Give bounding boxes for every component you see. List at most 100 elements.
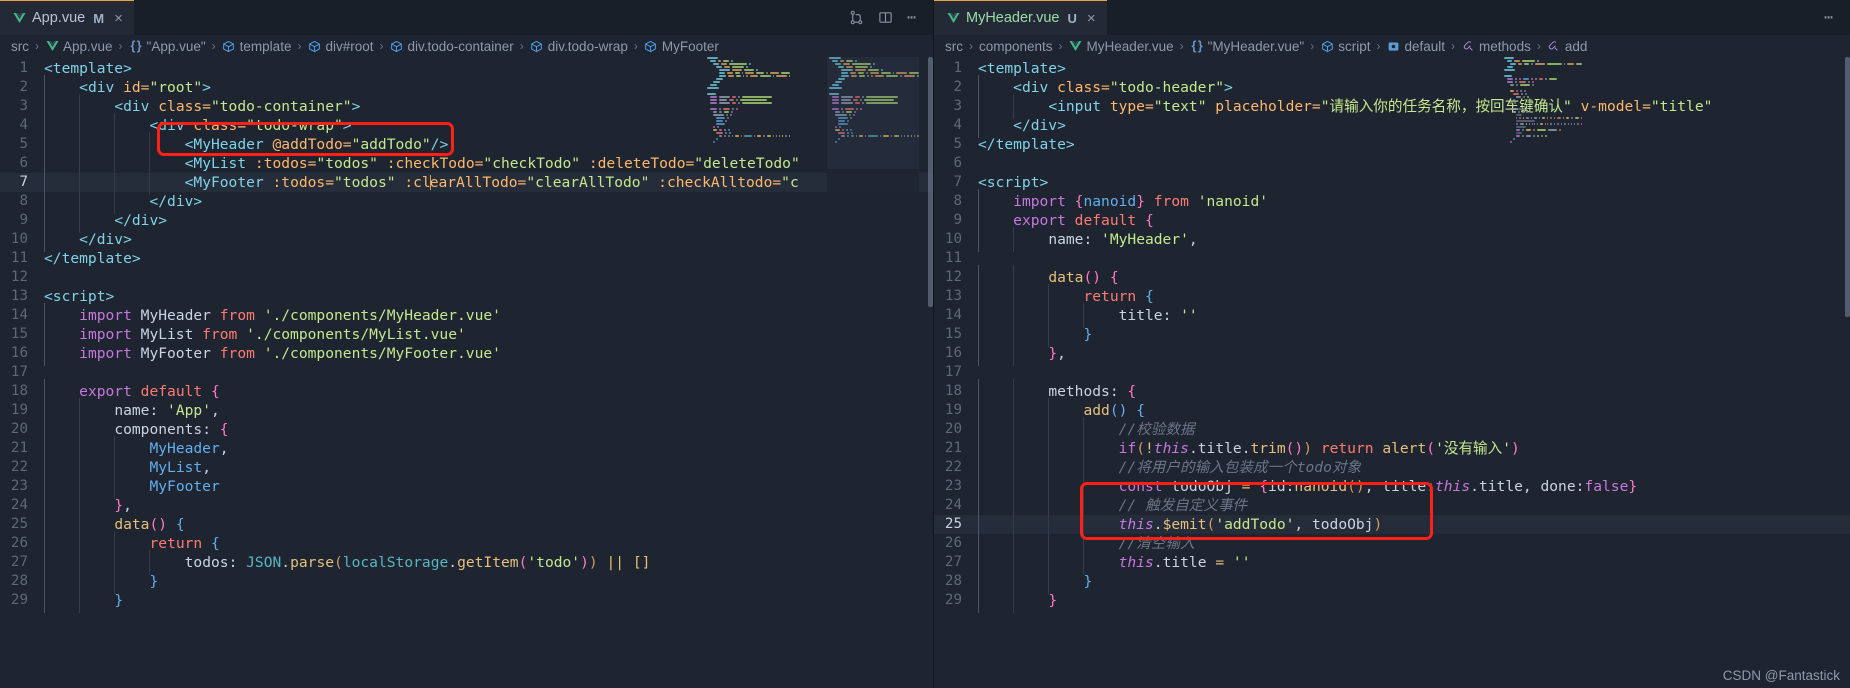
vue-icon [947, 12, 960, 24]
minimap-preview-right[interactable] [1502, 57, 1582, 185]
code-line[interactable]: 1 <template> [0, 59, 933, 78]
breadcrumb-label: MyFooter [661, 38, 719, 54]
code-line[interactable]: 15 import MyList from './components/MyLi… [0, 322, 933, 347]
code-line[interactable]: 21 MyHeader, [0, 436, 933, 461]
code-line[interactable]: 14 title: '' [934, 303, 1850, 328]
code-line[interactable]: 5 </template> [934, 135, 1850, 154]
code-line[interactable]: 18 export default { [0, 379, 933, 404]
code-line[interactable]: 8 import {nanoid} from 'nanoid' [934, 189, 1850, 214]
tab-app-vue[interactable]: App.vue M × [0, 0, 134, 35]
code-line[interactable]: 19 add() { [934, 398, 1850, 423]
code-line[interactable]: 12 data() { [934, 265, 1850, 290]
code-line[interactable]: 6 [934, 154, 1850, 173]
code-line[interactable]: 18 methods: { [934, 379, 1850, 404]
code-line[interactable]: 9 export default { [934, 208, 1850, 233]
code-line[interactable]: 24 }, [0, 493, 933, 518]
close-icon[interactable]: × [110, 11, 123, 26]
code-line[interactable]: 17 [934, 363, 1850, 382]
code-line[interactable]: 13 <script> [0, 287, 933, 306]
breadcrumb-item[interactable]: { } "MyHeader.vue" [1190, 39, 1304, 54]
code-line[interactable]: 28 } [0, 569, 933, 594]
code-line[interactable]: 22 MyList, [0, 455, 933, 480]
code-line[interactable]: 20 components: { [0, 417, 933, 442]
code-line[interactable]: 19 name: 'App', [0, 398, 933, 423]
code-line[interactable]: 15 } [934, 322, 1850, 347]
code-line[interactable]: 5 <MyHeader @addTodo="addTodo"/> [0, 132, 933, 157]
more-actions-icon[interactable]: ⋯ [1824, 10, 1834, 25]
breadcrumb-item[interactable]: add [1547, 39, 1587, 54]
minimap-left[interactable] [827, 57, 919, 688]
code-line[interactable]: 23 const todoObj = {id:nanoid(), title:t… [934, 474, 1850, 499]
minimap-line [705, 75, 790, 77]
code-line[interactable]: 10 name: 'MyHeader', [934, 227, 1850, 252]
breadcrumb-item[interactable]: src [945, 39, 963, 54]
breadcrumb-separator: › [1376, 39, 1381, 53]
code-line[interactable]: 1 <template> [934, 59, 1850, 78]
breadcrumb-item[interactable]: MyHeader.vue [1069, 39, 1174, 54]
code-line[interactable]: 4 <div class="todo-wrap"> [0, 113, 933, 138]
code-line[interactable]: 11 </template> [0, 249, 933, 268]
breadcrumb-item[interactable]: div.todo-wrap [530, 39, 628, 54]
code-line[interactable]: 4 </div> [934, 113, 1850, 138]
code-line[interactable]: 24 // 触发自定义事件 [934, 493, 1850, 518]
breadcrumb-item[interactable]: { } "App.vue" [129, 39, 205, 54]
code-line[interactable]: 23 MyFooter [0, 474, 933, 499]
code-line[interactable]: 10 </div> [0, 227, 933, 252]
code-line[interactable]: 8 </div> [0, 189, 933, 214]
breadcrumb-item[interactable]: src [11, 39, 29, 54]
close-icon[interactable]: × [1083, 11, 1096, 26]
code-line[interactable]: 27 todos: JSON.parse(localStorage.getIte… [0, 550, 933, 575]
code-text: } [978, 588, 1057, 613]
breadcrumb-separator: › [35, 39, 39, 53]
code-line[interactable]: 29 } [934, 588, 1850, 613]
code-line[interactable]: 26 //清空输入 [934, 531, 1850, 556]
code-line[interactable]: 12 [0, 268, 933, 287]
code-area-right[interactable]: 1 <template> 2 <div class="todo-header"> 3 … [934, 57, 1850, 688]
code-line[interactable]: 26 return { [0, 531, 933, 556]
line-number: 14 [10, 307, 28, 323]
breadcrumb-item[interactable]: App.vue [45, 39, 113, 54]
code-line[interactable]: 16 }, [934, 341, 1850, 366]
code-line[interactable]: 20 //校验数据 [934, 417, 1850, 442]
code-line[interactable]: 27 this.title = '' [934, 550, 1850, 575]
code-line[interactable]: 16 import MyFooter from './components/My… [0, 341, 933, 366]
breadcrumb-item[interactable]: div#root [307, 39, 373, 54]
code-line[interactable]: 3 <div class="todo-container"> [0, 94, 933, 119]
code-line[interactable]: 25 this.$emit('addTodo', todoObj) [934, 512, 1850, 537]
split-editor-icon[interactable] [878, 10, 893, 25]
code-line[interactable]: 25 data() { [0, 512, 933, 537]
breadcrumb-item[interactable]: script [1320, 39, 1371, 54]
scrollbar-thumb[interactable] [1845, 57, 1850, 317]
code-line[interactable]: 7 <script> [934, 173, 1850, 192]
breadcrumb-item[interactable]: template [222, 39, 291, 54]
code-line[interactable]: 7 <MyFooter :todos="todos" :clearAllTodo… [0, 170, 933, 195]
code-text: <div id="root"> [44, 75, 211, 100]
breadcrumb-item[interactable]: default [1387, 39, 1445, 54]
code-line[interactable]: 11 [934, 249, 1850, 268]
breadcrumb-item[interactable]: methods [1461, 39, 1531, 54]
minimap-line [1502, 129, 1582, 131]
breadcrumb-item[interactable]: components [979, 39, 1053, 54]
minimap-line [1502, 108, 1582, 110]
more-actions-icon[interactable]: ⋯ [907, 10, 917, 25]
code-line[interactable]: 22 //将用户的输入包装成一个todo对象 [934, 455, 1850, 480]
code-line[interactable]: 17 [0, 363, 933, 382]
minimap-preview-left[interactable] [705, 57, 790, 185]
breadcrumb-item[interactable]: div.todo-container [389, 39, 514, 54]
code-line[interactable]: 29 } [0, 588, 933, 613]
code-line[interactable]: 13 return { [934, 284, 1850, 309]
code-area-left[interactable]: 1 <template> 2 <div id="root"> 3 <div class… [0, 57, 933, 688]
code-line[interactable]: 21 if(!this.title.trim()) return alert('… [934, 436, 1850, 461]
code-line[interactable]: 3 <input type="text" placeholder="请输入你的任… [934, 94, 1850, 119]
code-line[interactable]: 9 </div> [0, 208, 933, 233]
code-line[interactable]: 14 import MyHeader from './components/My… [0, 303, 933, 328]
scrollbar-right[interactable] [1845, 57, 1850, 688]
code-line[interactable]: 6 <MyList :todos="todos" :checkTodo="che… [0, 151, 933, 176]
code-line[interactable]: 28 } [934, 569, 1850, 594]
tab-myheader-vue[interactable]: MyHeader.vue U × [934, 0, 1107, 35]
code-line[interactable]: 2 <div id="root"> [0, 75, 933, 100]
split-compare-icon[interactable] [849, 10, 864, 25]
breadcrumb-item[interactable]: MyFooter [644, 39, 719, 54]
code-line[interactable]: 2 <div class="todo-header"> [934, 75, 1850, 100]
code-text: <MyHeader @addTodo="addTodo"/> [44, 132, 448, 157]
